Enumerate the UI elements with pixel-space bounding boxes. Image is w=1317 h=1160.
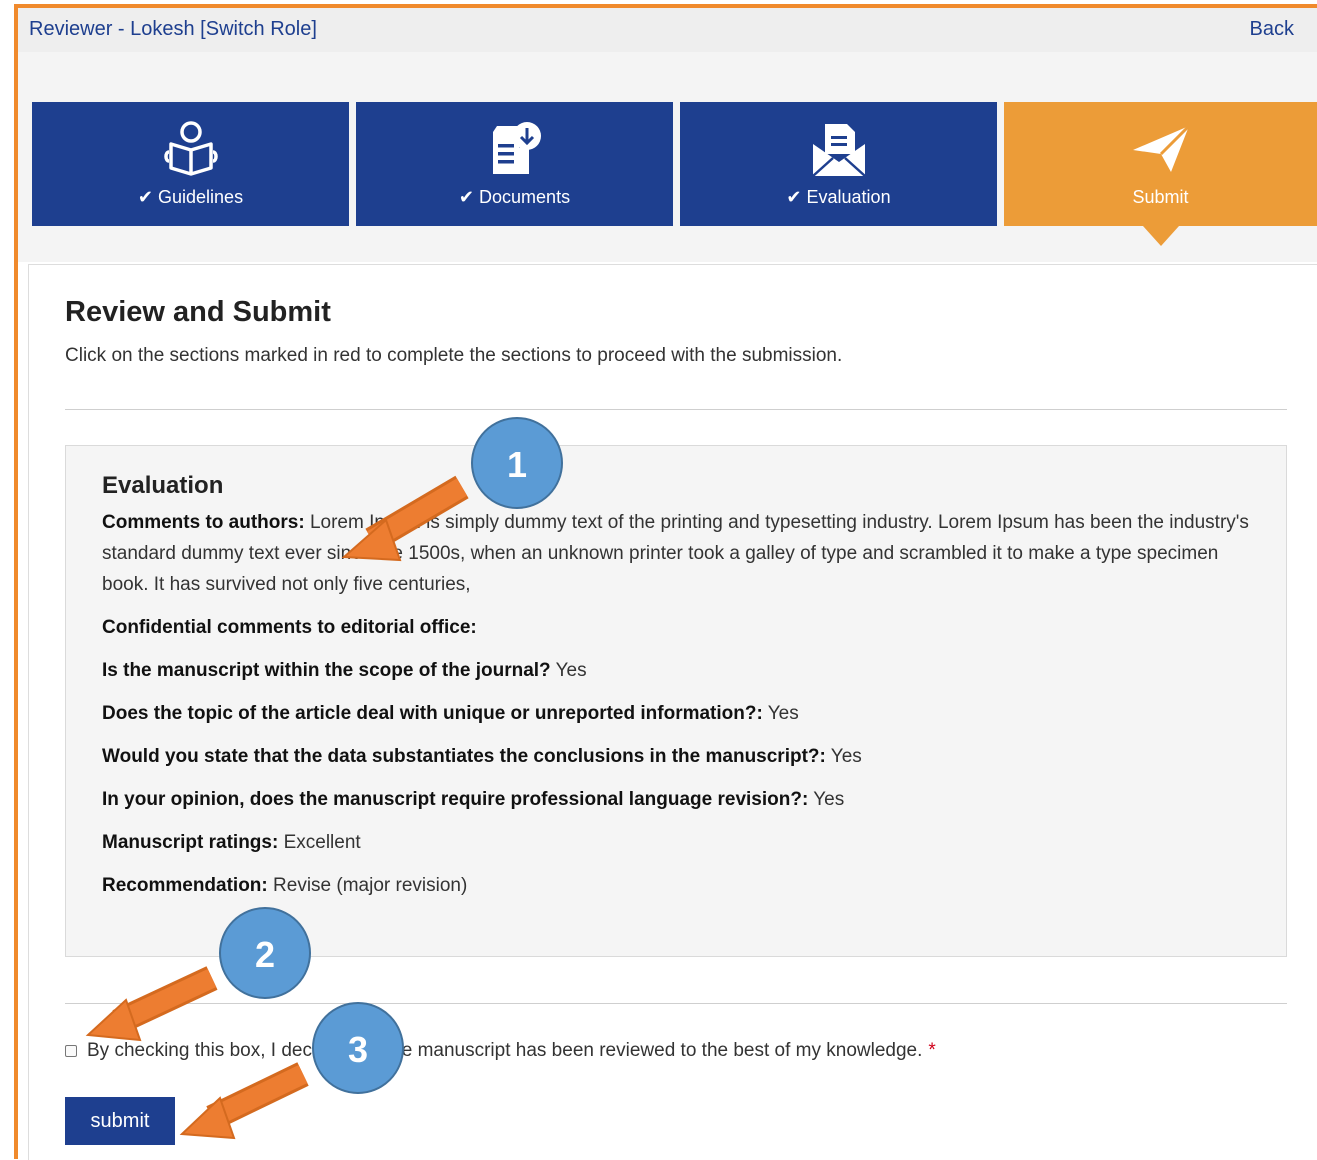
row-label: Does the topic of the article deal with …: [102, 703, 763, 724]
divider: [65, 409, 1287, 410]
manuscript-ratings-row: Manuscript ratings: Excellent: [102, 827, 1262, 858]
evaluation-heading: Evaluation: [102, 472, 224, 499]
unique-topic-row: Does the topic of the article deal with …: [102, 698, 1262, 729]
check-icon: ✔: [458, 187, 475, 207]
step-label: Guidelines: [158, 187, 244, 207]
row-label: Recommendation:: [102, 875, 268, 896]
paper-plane-icon: [1004, 118, 1317, 178]
row-label: Would you state that the data substantia…: [102, 746, 826, 767]
step-guidelines[interactable]: ✔ Guidelines: [32, 102, 349, 226]
divider: [65, 1003, 1287, 1004]
required-marker: *: [928, 1040, 936, 1061]
step-evaluation[interactable]: ✔ Evaluation: [680, 102, 997, 226]
check-icon: ✔: [137, 187, 153, 207]
row-label: In your opinion, does the manuscript req…: [102, 789, 809, 810]
row-label: Confidential comments to editorial offic…: [102, 617, 477, 638]
row-value: Revise (major revision): [267, 875, 468, 896]
consent-row: By checking this box, I declare that the…: [65, 1040, 936, 1062]
step-documents[interactable]: ✔ Documents: [356, 102, 673, 226]
comments-to-authors-row: Comments to authors: Lorem Ipsum is simp…: [102, 507, 1262, 600]
language-revision-row: In your opinion, does the manuscript req…: [102, 784, 1262, 815]
consent-checkbox[interactable]: [65, 1045, 77, 1057]
reading-person-icon: [32, 118, 349, 178]
row-value: Yes: [550, 660, 587, 681]
top-bar: Reviewer - Lokesh [Switch Role] Back: [18, 8, 1317, 52]
row-value: Yes: [825, 746, 862, 767]
scope-row: Is the manuscript within the scope of th…: [102, 655, 1262, 686]
row-label: Comments to authors:: [102, 512, 305, 533]
check-icon: ✔: [786, 187, 802, 207]
step-label: Submit: [1132, 187, 1189, 207]
evaluation-summary[interactable]: Evaluation Comments to authors: Lorem Ip…: [65, 445, 1287, 957]
page-intro: Click on the sections marked in red to c…: [65, 345, 843, 366]
data-conclusions-row: Would you state that the data substantia…: [102, 741, 1262, 772]
row-value: Yes: [808, 789, 845, 810]
submit-button[interactable]: submit: [65, 1097, 175, 1145]
row-label: Is the manuscript within the scope of th…: [102, 660, 551, 681]
switch-role-link[interactable]: Reviewer - Lokesh [Switch Role]: [29, 18, 317, 41]
step-label: Documents: [479, 187, 571, 207]
step-label: Evaluation: [806, 187, 891, 207]
consent-text: By checking this box, I declare that the…: [87, 1040, 923, 1061]
document-download-icon: [356, 118, 673, 178]
row-value: Yes: [762, 703, 799, 724]
row-label: Manuscript ratings:: [102, 832, 279, 853]
envelope-document-icon: [680, 118, 997, 178]
row-value: Excellent: [278, 832, 361, 853]
page-title: Review and Submit: [65, 296, 331, 328]
active-step-pointer: [1142, 226, 1179, 246]
back-link[interactable]: Back: [1250, 18, 1294, 41]
recommendation-row: Recommendation: Revise (major revision): [102, 870, 1262, 901]
step-submit[interactable]: Submit: [1004, 102, 1317, 246]
confidential-comments-row: Confidential comments to editorial offic…: [102, 612, 1262, 643]
